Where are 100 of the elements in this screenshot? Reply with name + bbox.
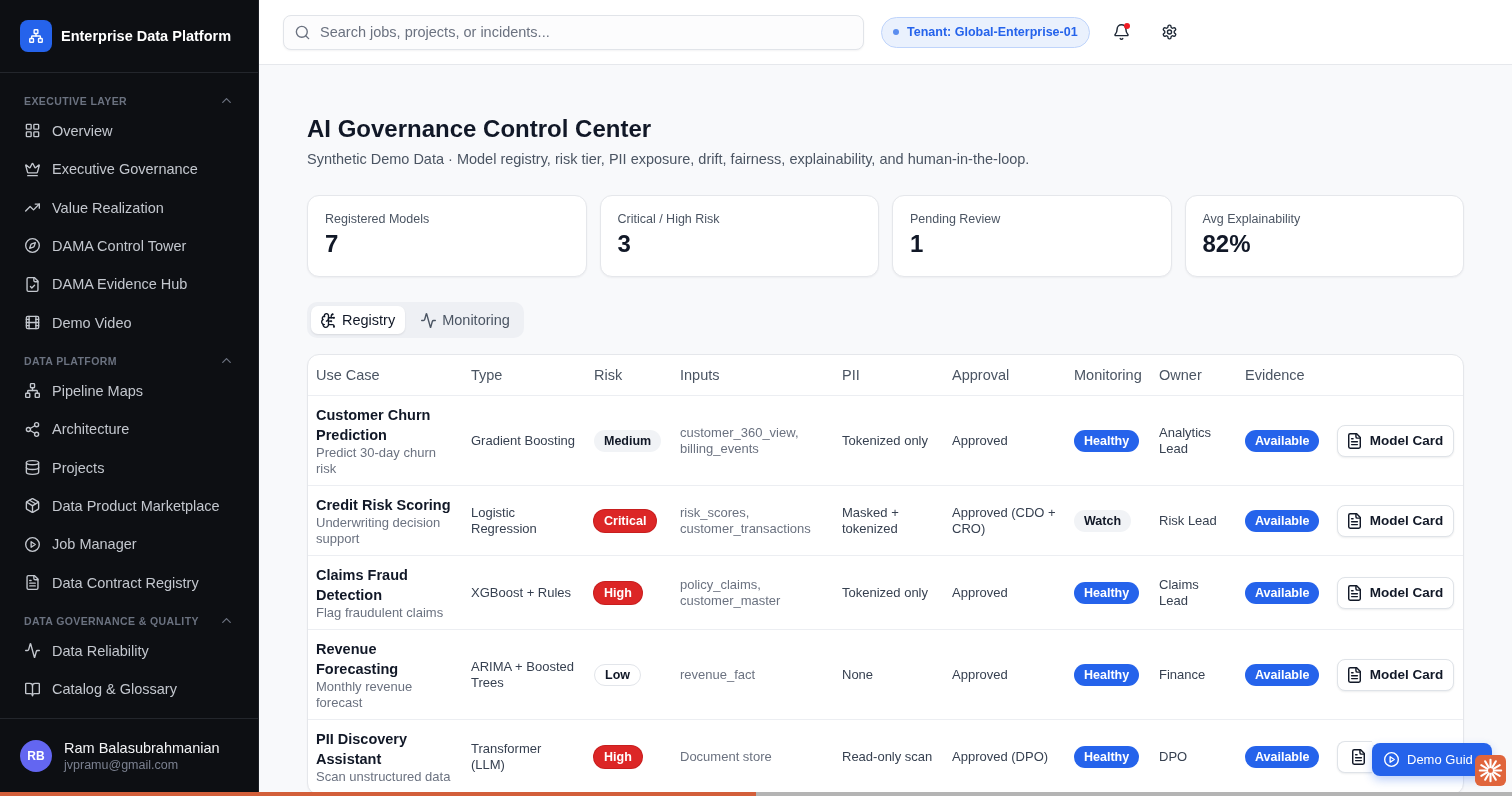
- file-check-icon: [25, 276, 40, 292]
- use-case-description: Underwriting decision support: [316, 514, 442, 547]
- model-type-text: Gradient Boosting: [471, 432, 577, 449]
- model-card-button[interactable]: Model Card: [1337, 658, 1454, 691]
- nav-item[interactable]: Data Contract Registry: [12, 563, 246, 602]
- section-toggle[interactable]: EXECUTIVE LAYER: [12, 90, 246, 112]
- risk-badge: Low: [594, 663, 641, 686]
- model-card-button[interactable]: Model Card: [1337, 576, 1454, 609]
- film-icon: [25, 315, 40, 331]
- evidence-badge: Available: [1245, 663, 1320, 686]
- nav-item[interactable]: DAMA Evidence Hub: [12, 265, 246, 304]
- approval-text: Approved (DPO): [952, 748, 1050, 765]
- evidence-badge: Available: [1245, 745, 1320, 768]
- model-type-text: XGBoost + Rules: [471, 584, 573, 601]
- section-toggle[interactable]: DATA GOVERNANCE & QUALITY: [12, 609, 246, 632]
- grid-icon: [25, 123, 40, 139]
- section-toggle[interactable]: DATA PLATFORM: [12, 349, 246, 372]
- stat-label: Avg Explainability: [1202, 211, 1302, 227]
- book-icon: [25, 681, 40, 697]
- column-header: Owner: [1159, 367, 1202, 383]
- nav-item[interactable]: Catalog & Glossary: [12, 669, 246, 709]
- inputs-text: revenue_fact: [680, 666, 757, 683]
- use-case-description: Predict 30-day churn risk: [316, 444, 437, 477]
- inputs-text: customer_360_view, billing_events: [680, 424, 800, 457]
- hierarchy-icon: [25, 383, 40, 399]
- pii-text: Tokenized only: [842, 432, 929, 449]
- user-avatar[interactable]: RB: [20, 739, 52, 772]
- nav-item[interactable]: Projects: [12, 448, 246, 487]
- nav-item[interactable]: Data Product Marketplace: [12, 486, 246, 526]
- risk-badge: Critical: [594, 509, 657, 532]
- use-case-title: Customer Churn Prediction: [316, 405, 432, 445]
- status-dot-icon: [893, 29, 899, 35]
- column-header: Use Case: [316, 367, 380, 383]
- model-type-text: Logistic Regression: [471, 504, 538, 537]
- use-case-title: PII Discovery Assistant: [316, 729, 409, 769]
- sparkle-icon[interactable]: [1475, 755, 1506, 786]
- nav-item[interactable]: Executive Governance: [12, 150, 246, 189]
- stat-value: 82%: [1202, 229, 1252, 259]
- pii-text: None: [842, 666, 875, 683]
- tab[interactable]: Monitoring: [411, 306, 520, 334]
- use-case-description: Flag fraudulent claims: [316, 604, 445, 621]
- model-card-button[interactable]: Model Card: [1337, 504, 1454, 537]
- nav-item[interactable]: Overview: [12, 111, 246, 150]
- owner-text: Finance: [1159, 666, 1207, 683]
- monitoring-status-badge: Healthy: [1074, 745, 1140, 768]
- pulse-icon: [25, 643, 40, 659]
- evidence-badge: Available: [1245, 509, 1320, 532]
- compass-icon: [25, 238, 40, 254]
- model-type-text: Transformer (LLM): [471, 740, 543, 773]
- risk-badge: High: [594, 581, 642, 604]
- approval-text: Approved: [952, 432, 1009, 449]
- hierarchy-logo-icon[interactable]: [20, 20, 52, 52]
- stat-value: 3: [617, 229, 632, 259]
- monitoring-status-badge: Healthy: [1074, 429, 1140, 452]
- pii-text: Read-only scan: [842, 748, 934, 765]
- nav-item[interactable]: Value Realization: [12, 188, 246, 227]
- owner-text: Claims Lead: [1159, 576, 1200, 609]
- pii-text: Masked + tokenized: [842, 504, 900, 537]
- monitoring-status-badge: Healthy: [1074, 581, 1140, 604]
- stat-label: Pending Review: [910, 211, 1002, 227]
- approval-text: Approved: [952, 584, 1009, 601]
- column-header: Evidence: [1245, 367, 1305, 383]
- model-card-button[interactable]: Model Card: [1337, 424, 1454, 457]
- tab[interactable]: Registry: [311, 306, 406, 334]
- column-header: Inputs: [680, 367, 720, 383]
- package-icon: [25, 498, 40, 514]
- column-header: Type: [471, 367, 503, 383]
- database-icon: [25, 460, 40, 475]
- demo-guide-button[interactable]: Demo Guid: [1372, 743, 1492, 776]
- inputs-text: Document store: [680, 748, 773, 765]
- owner-text: Risk Lead: [1159, 512, 1218, 529]
- risk-badge: Medium: [594, 429, 662, 452]
- stat-value: 1: [910, 229, 925, 259]
- nav-item[interactable]: Job Manager: [12, 525, 246, 564]
- stat-label: Critical / High Risk: [617, 211, 721, 227]
- monitoring-status-badge: Watch: [1074, 509, 1132, 532]
- progress-track[interactable]: [0, 792, 1512, 796]
- model-card-button[interactable]: [1337, 740, 1372, 773]
- brand-name: Enterprise Data Platform: [61, 28, 232, 44]
- crown-icon: [25, 161, 40, 177]
- nav-item[interactable]: Architecture: [12, 409, 246, 449]
- user-name: Ram Balasubrahmanian: [64, 739, 220, 756]
- document-icon: [1347, 666, 1361, 683]
- document-icon: [1347, 512, 1361, 529]
- nav-item[interactable]: Demo Video: [12, 303, 246, 342]
- tenant-selector[interactable]: Tenant: Global-Enterprise-01: [881, 16, 1090, 48]
- nav-item[interactable]: Pipeline Maps: [12, 371, 246, 410]
- inputs-text: policy_claims, customer_master: [680, 576, 782, 609]
- use-case-title: Credit Risk Scoring: [316, 495, 452, 515]
- search-field[interactable]: Search jobs, projects, or incidents...: [283, 14, 864, 50]
- owner-text: DPO: [1159, 748, 1189, 765]
- evidence-badge: Available: [1245, 581, 1320, 604]
- approval-text: Approved (CDO + CRO): [952, 504, 1057, 537]
- nav-item[interactable]: Data Reliability: [12, 631, 246, 670]
- column-header: Monitoring: [1074, 367, 1142, 383]
- page-subtitle: Synthetic Demo Data · Model registry, risk tier, PII exposure, drift, fairness, explainability, and human-in-the-loop.: [307, 150, 1031, 169]
- nav-item[interactable]: DAMA Control Tower: [12, 226, 246, 266]
- pii-text: Tokenized only: [842, 584, 929, 601]
- risk-badge: High: [594, 745, 642, 768]
- use-case-description: Scan unstructured data: [316, 768, 452, 785]
